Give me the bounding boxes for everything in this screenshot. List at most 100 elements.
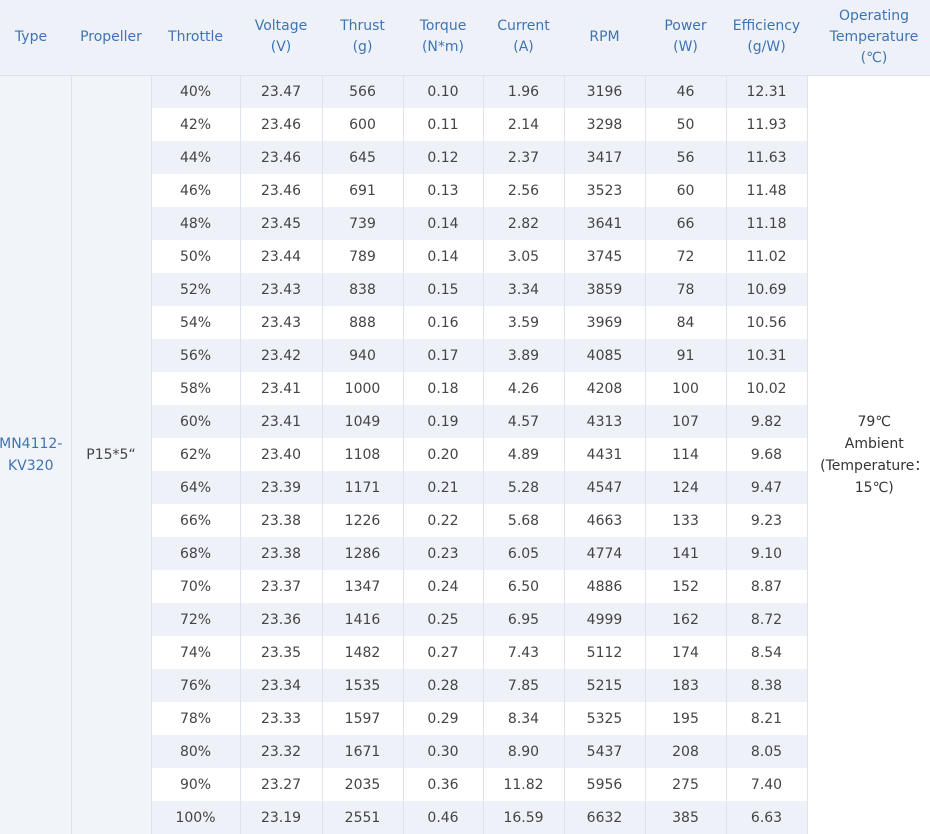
rpm-cell: 3641 xyxy=(563,207,645,240)
operating-temperature-cell: 79℃ Ambient (Temperature： 15℃) xyxy=(806,75,930,834)
header-torque: Torque (N*m) xyxy=(403,0,483,76)
throttle-cell: 66% xyxy=(150,504,240,537)
header-temperature-line: (℃) xyxy=(860,49,888,66)
voltage-cell: 23.43 xyxy=(239,306,322,339)
thrust-cell: 1535 xyxy=(321,669,403,702)
power-cell: 275 xyxy=(644,768,726,801)
thrust-cell: 2551 xyxy=(321,801,403,834)
torque-cell: 0.21 xyxy=(402,471,483,504)
rpm-cell: 4085 xyxy=(563,339,645,372)
header-propeller-line: Propeller xyxy=(80,28,142,45)
torque-cell: 0.14 xyxy=(402,207,483,240)
torque-cell: 0.27 xyxy=(402,636,483,669)
motor-type-cell: MN4112- KV320 xyxy=(0,75,71,834)
header-torque-line: Torque xyxy=(419,18,467,35)
motor-test-table: Type Propeller Throttle Voltage (V) Thrust (g)… xyxy=(0,0,930,834)
torque-cell: 0.20 xyxy=(402,438,483,471)
current-cell: 2.56 xyxy=(482,174,564,207)
voltage-cell: 23.43 xyxy=(239,273,322,306)
efficiency-cell: 11.63 xyxy=(725,141,807,174)
thrust-cell: 940 xyxy=(321,339,403,372)
header-power-line: Power xyxy=(664,18,707,35)
efficiency-cell: 8.87 xyxy=(725,570,807,603)
efficiency-cell: 8.21 xyxy=(725,702,807,735)
rpm-cell: 4208 xyxy=(563,372,645,405)
header-current: Current (A) xyxy=(483,0,564,76)
header-efficiency: Efficiency (g/W) xyxy=(726,0,807,76)
power-cell: 66 xyxy=(644,207,726,240)
table-row: MN4112- KV320 P15*5“ 40% 23.47 566 0.10 1.96 319… xyxy=(0,75,930,834)
voltage-cell: 23.44 xyxy=(239,240,322,273)
power-cell: 50 xyxy=(644,108,726,141)
rpm-cell: 5437 xyxy=(563,735,645,768)
efficiency-cell: 11.93 xyxy=(725,108,807,141)
throttle-cell: 44% xyxy=(150,141,240,174)
thrust-cell: 888 xyxy=(321,306,403,339)
header-current-line: Current xyxy=(497,18,550,35)
throttle-cell: 40% xyxy=(150,75,240,108)
torque-cell: 0.18 xyxy=(402,372,483,405)
header-thrust: Thrust (g) xyxy=(322,0,403,76)
rpm-cell: 5215 xyxy=(563,669,645,702)
rpm-cell: 3859 xyxy=(563,273,645,306)
thrust-cell: 645 xyxy=(321,141,403,174)
efficiency-cell: 8.54 xyxy=(725,636,807,669)
current-cell: 8.34 xyxy=(482,702,564,735)
throttle-cell: 56% xyxy=(150,339,240,372)
torque-cell: 0.12 xyxy=(402,141,483,174)
efficiency-cell: 9.10 xyxy=(725,537,807,570)
voltage-cell: 23.41 xyxy=(239,372,322,405)
current-cell: 8.90 xyxy=(482,735,564,768)
throttle-cell: 50% xyxy=(150,240,240,273)
efficiency-cell: 11.48 xyxy=(725,174,807,207)
rpm-cell: 4663 xyxy=(563,504,645,537)
header-temperature-line: Temperature xyxy=(829,28,919,45)
throttle-cell: 72% xyxy=(150,603,240,636)
header-efficiency-line: Efficiency xyxy=(732,18,801,35)
voltage-cell: 23.38 xyxy=(239,537,322,570)
current-cell: 11.82 xyxy=(482,768,564,801)
throttle-cell: 90% xyxy=(150,768,240,801)
header-row: Type Propeller Throttle Voltage (V) Thrust (g)… xyxy=(0,0,930,76)
throttle-cell: 52% xyxy=(150,273,240,306)
rpm-cell: 4886 xyxy=(563,570,645,603)
efficiency-cell: 6.63 xyxy=(725,801,807,834)
throttle-cell: 74% xyxy=(150,636,240,669)
thrust-cell: 789 xyxy=(321,240,403,273)
throttle-cell: 54% xyxy=(150,306,240,339)
throttle-cell: 42% xyxy=(150,108,240,141)
header-torque-line: (N*m) xyxy=(421,39,465,56)
voltage-cell: 23.33 xyxy=(239,702,322,735)
motor-type-line: KV320 xyxy=(8,457,54,474)
rpm-cell: 3298 xyxy=(563,108,645,141)
rpm-cell: 3523 xyxy=(563,174,645,207)
header-thrust-line: Thrust xyxy=(340,18,385,35)
voltage-cell: 23.37 xyxy=(239,570,322,603)
power-cell: 72 xyxy=(644,240,726,273)
current-cell: 3.89 xyxy=(482,339,564,372)
header-temperature-line: Operating xyxy=(839,7,909,24)
power-cell: 208 xyxy=(644,735,726,768)
header-current-line: (A) xyxy=(513,39,534,56)
power-cell: 385 xyxy=(644,801,726,834)
rpm-cell: 5956 xyxy=(563,768,645,801)
throttle-cell: 60% xyxy=(150,405,240,438)
power-cell: 46 xyxy=(644,75,726,108)
thrust-cell: 2035 xyxy=(321,768,403,801)
current-cell: 6.50 xyxy=(482,570,564,603)
voltage-cell: 23.46 xyxy=(239,174,322,207)
header-voltage-line: Voltage xyxy=(254,18,308,35)
voltage-cell: 23.47 xyxy=(239,75,322,108)
header-type: Type xyxy=(0,0,71,76)
efficiency-cell: 11.18 xyxy=(725,207,807,240)
throttle-cell: 100% xyxy=(150,801,240,834)
current-cell: 1.96 xyxy=(482,75,564,108)
rpm-cell: 4547 xyxy=(563,471,645,504)
thrust-cell: 600 xyxy=(321,108,403,141)
current-cell: 3.34 xyxy=(482,273,564,306)
thrust-cell: 1671 xyxy=(321,735,403,768)
torque-cell: 0.11 xyxy=(402,108,483,141)
throttle-cell: 62% xyxy=(150,438,240,471)
efficiency-cell: 9.23 xyxy=(725,504,807,537)
voltage-cell: 23.35 xyxy=(239,636,322,669)
